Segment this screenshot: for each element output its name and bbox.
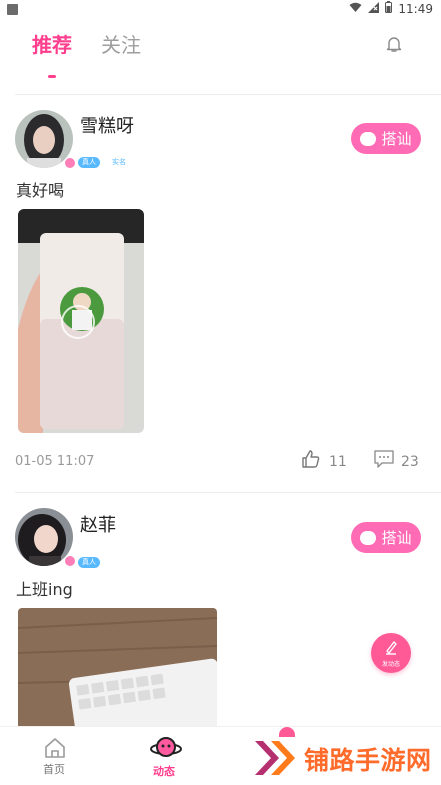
nav-label: 动态 <box>153 765 175 778</box>
post-card: 赵菲 真人 搭讪 上班ing <box>0 493 441 726</box>
notification-icon <box>7 4 18 15</box>
post-card: 雪糕呀 真人 实名 搭讪 真好喝 01-05 11:07 11 23 <box>0 95 441 491</box>
chat-bubble-icon <box>360 530 377 545</box>
watermark: 铺路手游网 <box>253 733 441 781</box>
comment-count: 23 <box>401 454 419 470</box>
like-count: 11 <box>329 454 347 470</box>
chat-up-button[interactable]: 搭讪 <box>351 123 421 154</box>
nav-item-home[interactable]: 首页 <box>38 735 72 779</box>
fab-label: 发动态 <box>381 661 400 668</box>
signal-icon <box>368 1 380 16</box>
badge-label: 实名 <box>112 158 126 166</box>
username[interactable]: 雪糕呀 <box>80 112 134 138</box>
chat-up-label: 搭讪 <box>381 529 412 547</box>
watermark-text: 铺路手游网 <box>304 746 432 775</box>
nav-item-moments[interactable]: 动态 <box>148 735 184 781</box>
username[interactable]: 赵菲 <box>80 511 116 537</box>
watermark-logo-icon <box>255 741 295 775</box>
wifi-icon <box>349 2 362 16</box>
active-tab-indicator <box>48 75 56 78</box>
tab-recommend[interactable]: 推荐 <box>32 29 72 58</box>
chat-up-button[interactable]: 搭讪 <box>351 522 421 553</box>
top-tab-bar: 推荐 关注 <box>0 18 441 82</box>
battery-icon <box>385 1 393 16</box>
home-icon <box>45 738 65 758</box>
status-bar: 11:49 <box>0 0 441 18</box>
status-time: 11:49 <box>398 1 433 16</box>
nav-label: 首页 <box>43 763 65 776</box>
post-photo[interactable] <box>18 209 144 433</box>
badge-label: 真人 <box>82 558 96 566</box>
post-text: 上班ing <box>16 580 73 599</box>
badge-label: 真人 <box>82 158 96 166</box>
like-icon[interactable] <box>301 449 321 473</box>
chat-up-label: 搭讪 <box>381 130 412 148</box>
bell-icon[interactable] <box>384 34 404 54</box>
post-photo[interactable] <box>18 608 217 726</box>
post-moment-button[interactable]: 发动态 <box>371 633 411 673</box>
chat-bubble-icon <box>360 131 377 146</box>
real-person-badge: 真人 <box>78 157 100 168</box>
post-text: 真好喝 <box>16 181 65 200</box>
real-person-badge: 真人 <box>78 557 100 568</box>
gender-icon <box>64 555 76 567</box>
gender-icon <box>64 157 76 169</box>
comment-icon[interactable] <box>374 450 394 472</box>
timestamp: 01-05 11:07 <box>15 454 95 469</box>
status-right: 11:49 <box>349 1 433 16</box>
verified-badge: 实名 <box>112 157 126 168</box>
tab-following[interactable]: 关注 <box>101 29 141 58</box>
planet-icon <box>150 737 182 757</box>
pen-icon <box>386 641 397 655</box>
